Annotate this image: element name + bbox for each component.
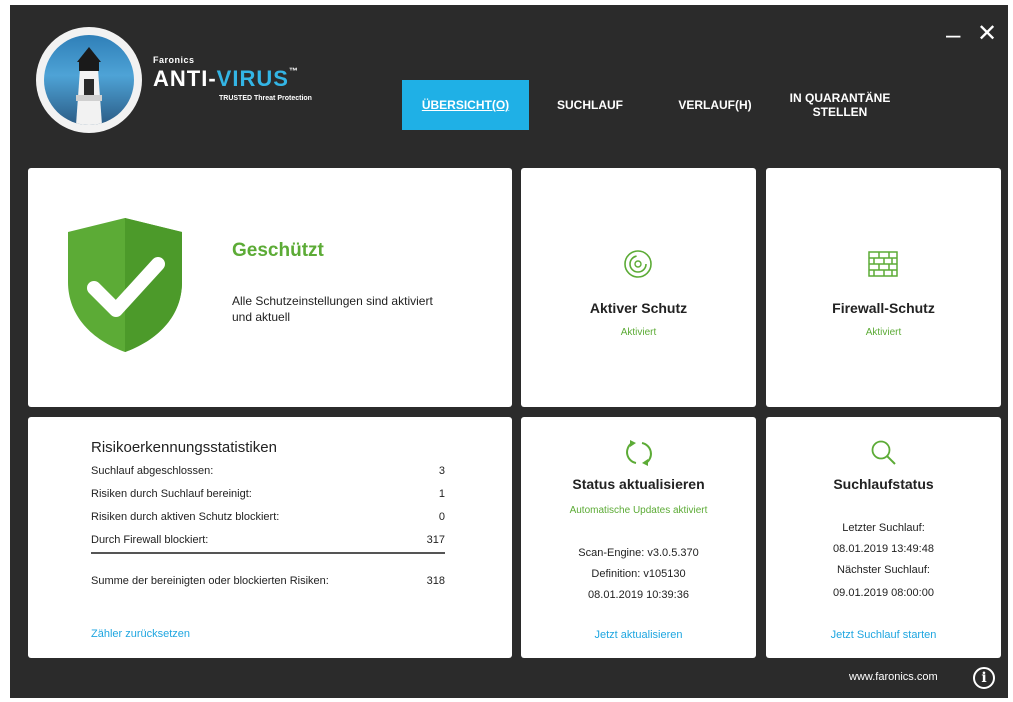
- stat-row-scan-cleaned: Risiken durch Suchlauf bereinigt: 1: [91, 488, 445, 500]
- scan-status-card: Suchlaufstatus Letzter Suchlauf: 08.01.2…: [766, 417, 1001, 658]
- firewall-card[interactable]: Firewall-Schutz Aktiviert: [766, 168, 1001, 407]
- last-scan-label: Letzter Suchlauf:: [842, 522, 925, 534]
- update-status-title: Status aktualisieren: [572, 476, 705, 492]
- active-protection-icon: [624, 250, 652, 278]
- minimize-button[interactable]: –: [946, 21, 960, 47]
- active-protection-status: Aktiviert: [620, 327, 657, 338]
- refresh-icon: [626, 440, 652, 466]
- definition-date: 08.01.2019 10:39:36: [588, 589, 689, 601]
- stat-row-total: Summe der bereinigten oder blockierten R…: [91, 575, 445, 587]
- protection-status-title: Geschützt: [232, 240, 324, 261]
- stat-row-scans-completed: Suchlauf abgeschlossen: 3: [91, 465, 445, 477]
- tab-quarantine[interactable]: IN QUARANTÄNE STELLEN: [780, 85, 900, 125]
- lighthouse-logo: [36, 27, 142, 133]
- brand-product: ANTI-VIRUS™: [153, 66, 299, 91]
- active-protection-card[interactable]: Aktiver Schutz Aktiviert: [521, 168, 756, 407]
- start-scan-link[interactable]: Jetzt Suchlauf starten: [766, 629, 1001, 641]
- risk-statistics-card: Risikoerkennungsstatistiken Suchlauf abg…: [28, 417, 512, 658]
- search-icon: [871, 440, 896, 465]
- tab-history[interactable]: VERLAUF(H): [665, 80, 765, 130]
- risk-statistics-title: Risikoerkennungsstatistiken: [91, 439, 277, 456]
- tab-overview[interactable]: ÜBERSICHT(O): [402, 80, 529, 130]
- faronics-website-link[interactable]: www.faronics.com: [849, 671, 938, 683]
- firewall-icon: [868, 251, 898, 277]
- last-scan-value: 08.01.2019 13:49:48: [833, 543, 934, 555]
- protection-status-card: Geschützt Alle Schutzeinstellungen sind …: [28, 168, 512, 407]
- tab-scan[interactable]: SUCHLAUF: [545, 80, 635, 130]
- active-protection-title: Aktiver Schutz: [589, 300, 688, 316]
- stat-row-active-blocked: Risiken durch aktiven Schutz blockiert: 0: [91, 511, 445, 523]
- app-window: Faronics ANTI-VIRUS™ TRUSTED Threat Prot…: [10, 5, 1008, 698]
- scan-engine-version: Scan-Engine: v3.0.5.370: [578, 547, 699, 559]
- firewall-title: Firewall-Schutz: [832, 300, 935, 316]
- next-scan-label: Nächster Suchlauf:: [837, 564, 930, 576]
- update-now-link[interactable]: Jetzt aktualisieren: [521, 629, 756, 641]
- scan-status-title: Suchlaufstatus: [833, 476, 934, 492]
- stat-row-firewall-blocked: Durch Firewall blockiert: 317: [91, 534, 445, 546]
- definition-version: Definition: v105130: [591, 568, 686, 580]
- brand-company: Faronics: [153, 55, 195, 65]
- stats-divider: [91, 552, 445, 554]
- close-button[interactable]: ✕: [977, 21, 997, 47]
- auto-update-status: Automatische Updates aktiviert: [569, 505, 708, 516]
- info-icon[interactable]: i: [973, 667, 995, 689]
- shield-check-icon: [68, 218, 182, 352]
- reset-counters-link[interactable]: Zähler zurücksetzen: [91, 628, 190, 640]
- update-status-card: Status aktualisieren Automatische Update…: [521, 417, 756, 658]
- next-scan-value: 09.01.2019 08:00:00: [833, 587, 934, 599]
- protection-status-description: Alle Schutzeinstellungen sind aktiviert u…: [232, 294, 433, 324]
- brand-tagline: TRUSTED Threat Protection: [219, 95, 312, 102]
- firewall-status: Aktiviert: [865, 327, 902, 338]
